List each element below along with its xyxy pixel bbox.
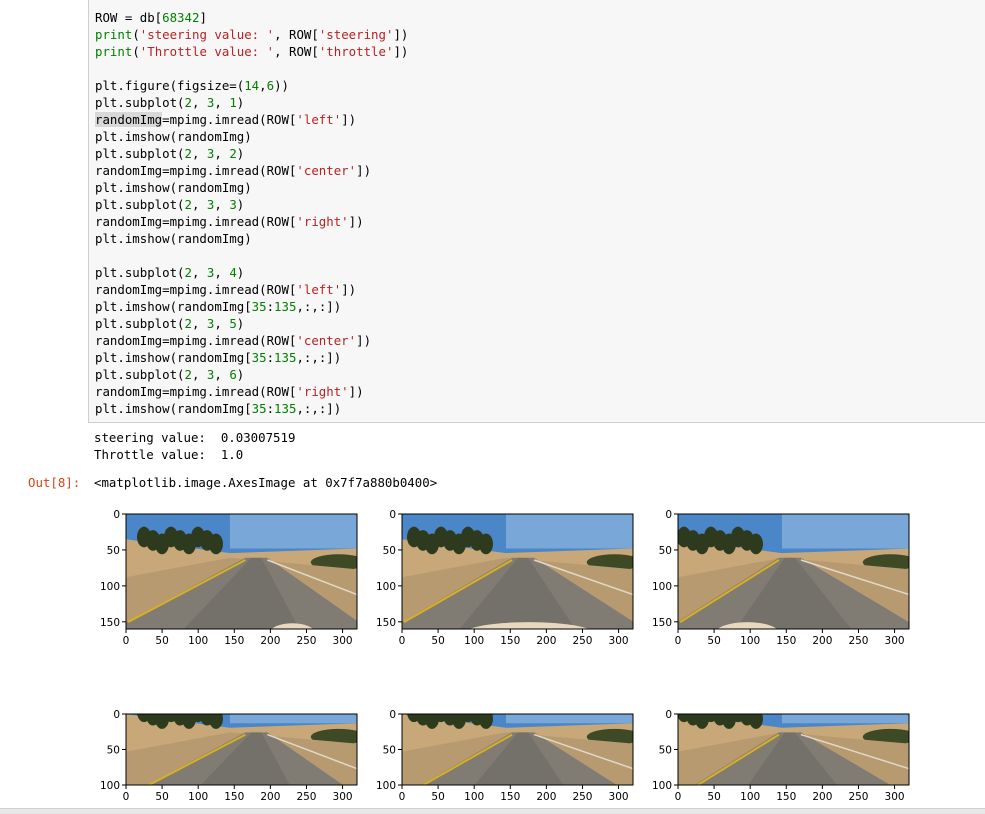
x-tick-label: 0 <box>675 791 682 803</box>
subplot-3: 0 50 100 150 200 250 300 0 50 100 150 <box>652 509 910 647</box>
y-tick-label: 100 <box>100 581 120 593</box>
subplot-6: 0 50 100 150 200 250 300 0 50 100 <box>652 709 910 803</box>
x-tick-label: 100 <box>464 791 484 803</box>
y-tick-label: 50 <box>659 545 672 557</box>
y-tick-label: 50 <box>383 745 396 757</box>
x-tick-label: 100 <box>740 635 760 647</box>
subplot-5: 0 50 100 150 200 250 300 0 50 100 <box>376 709 634 803</box>
camera-image-left <box>126 714 357 785</box>
y-tick-label: 150 <box>376 617 396 629</box>
x-tick-label: 150 <box>224 635 244 647</box>
x-tick-label: 250 <box>296 635 316 647</box>
x-tick-label: 50 <box>155 791 168 803</box>
x-tick-label: 250 <box>296 791 316 803</box>
y-tick-label: 50 <box>107 545 120 557</box>
x-tick-label: 250 <box>572 791 592 803</box>
x-tick-label: 0 <box>399 635 406 647</box>
x-tick-label: 150 <box>224 791 244 803</box>
x-tick-label: 0 <box>675 635 682 647</box>
x-tick-label: 0 <box>123 635 130 647</box>
x-tick-label: 0 <box>123 791 130 803</box>
x-tick-label: 50 <box>707 635 720 647</box>
x-tick-label: 200 <box>812 635 832 647</box>
subplot-1: 0 50 100 150 200 250 300 0 50 100 150 <box>100 509 358 647</box>
x-tick-label: 0 <box>399 791 406 803</box>
x-tick-label: 300 <box>885 791 905 803</box>
x-tick-label: 100 <box>188 791 208 803</box>
y-tick-label: 0 <box>665 509 672 521</box>
x-tick-label: 50 <box>431 791 444 803</box>
x-tick-label: 50 <box>155 635 168 647</box>
x-tick-label: 300 <box>333 635 353 647</box>
camera-image-right <box>678 714 909 785</box>
x-tick-label: 50 <box>431 635 444 647</box>
x-tick-label: 300 <box>333 791 353 803</box>
y-tick-label: 100 <box>376 581 396 593</box>
x-tick-label: 100 <box>740 791 760 803</box>
y-tick-label: 100 <box>652 780 672 792</box>
camera-image-left <box>126 514 357 629</box>
x-tick-label: 300 <box>609 791 629 803</box>
x-tick-label: 150 <box>500 635 520 647</box>
y-tick-label: 50 <box>107 745 120 757</box>
x-tick-label: 100 <box>188 635 208 647</box>
x-tick-label: 300 <box>609 635 629 647</box>
x-tick-label: 200 <box>260 791 280 803</box>
horizontal-scrollbar[interactable] <box>0 808 985 814</box>
x-tick-label: 250 <box>848 791 868 803</box>
x-tick-label: 250 <box>848 635 868 647</box>
x-tick-label: 250 <box>572 635 592 647</box>
y-tick-label: 0 <box>113 509 120 521</box>
subplot-4: 0 50 100 150 200 250 300 0 50 100 <box>100 709 358 803</box>
x-tick-label: 100 <box>464 635 484 647</box>
x-tick-label: 150 <box>776 791 796 803</box>
x-tick-label: 300 <box>885 635 905 647</box>
x-tick-label: 150 <box>500 791 520 803</box>
y-tick-label: 100 <box>652 581 672 593</box>
x-tick-label: 200 <box>812 791 832 803</box>
camera-image-center <box>402 714 633 785</box>
y-tick-label: 50 <box>659 745 672 757</box>
y-tick-label: 100 <box>376 780 396 792</box>
y-tick-label: 50 <box>383 545 396 557</box>
x-tick-label: 50 <box>707 791 720 803</box>
x-tick-label: 150 <box>776 635 796 647</box>
y-tick-label: 150 <box>100 617 120 629</box>
y-tick-label: 0 <box>389 509 396 521</box>
x-tick-label: 200 <box>260 635 280 647</box>
y-tick-label: 100 <box>100 780 120 792</box>
subplot-2: 0 50 100 150 200 250 300 0 50 100 150 <box>376 509 634 647</box>
subplot-figure: 0 50 100 150 200 250 3000501001500 50 100 150 200 2… <box>100 509 910 803</box>
x-tick-label: 200 <box>536 635 556 647</box>
camera-image-right <box>678 514 909 629</box>
y-tick-label: 150 <box>652 617 672 629</box>
y-tick-label: 0 <box>389 709 396 721</box>
y-tick-label: 0 <box>113 709 120 721</box>
x-tick-label: 200 <box>536 791 556 803</box>
y-tick-label: 0 <box>665 709 672 721</box>
